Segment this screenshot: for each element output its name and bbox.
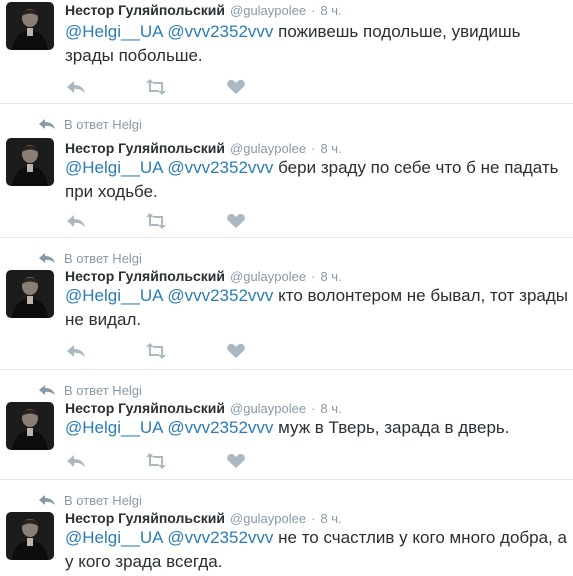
avatar-image [6,402,54,450]
timestamp[interactable]: 8 ч. [320,401,341,416]
avatar[interactable] [6,402,54,450]
avatar-image [6,512,54,560]
like-button[interactable] [225,78,247,96]
timestamp[interactable]: 8 ч. [320,511,341,526]
timestamp[interactable]: 8 ч. [320,3,341,18]
author-name[interactable]: Нестор Гуляйпольский [65,2,225,18]
avatar[interactable] [6,270,54,318]
timestamp[interactable]: 8 ч. [320,141,341,156]
separator-dot: · [311,3,316,18]
retweet-icon [146,79,166,95]
reply-context-label: В ответ Helgi [64,382,142,398]
author-handle[interactable]: @gulaypolee [230,3,306,18]
retweet-button[interactable] [145,452,167,470]
heart-icon [227,343,245,358]
avatar-image [6,2,54,50]
retweet-button[interactable] [145,342,167,360]
tweet[interactable]: В ответ Helgi Нестор Гуляйпольский @gula… [0,104,573,238]
mention-link[interactable]: @Helgi__UA [65,22,163,41]
separator-dot: · [311,269,316,284]
mention-link[interactable]: @Helgi__UA [65,158,163,177]
mention-link[interactable]: @vvv2352vvv [167,528,273,547]
reply-context-icon [39,495,55,505]
avatar[interactable] [6,2,54,50]
mention-link[interactable]: @Helgi__UA [65,418,163,437]
reply-context-label: В ответ Helgi [64,492,142,508]
author-name[interactable]: Нестор Гуляйпольский [65,140,225,156]
mention-link[interactable]: @Helgi__UA [65,528,163,547]
tweet[interactable]: В ответ Helgi Нестор Гуляйпольский @gula… [0,370,573,480]
heart-icon [227,213,245,228]
retweet-button[interactable] [145,78,167,96]
tweet[interactable]: В ответ Helgi Нестор Гуляйпольский @gula… [0,480,573,576]
reply-context-icon [39,385,55,395]
tweet[interactable]: Нестор Гуляйпольский @gulaypolee · 8 ч. … [0,0,573,104]
reply-context[interactable]: В ответ Helgi [38,382,142,398]
reply-button[interactable] [65,342,87,360]
reply-context-label: В ответ Helgi [64,116,142,132]
reply-icon [67,455,85,467]
retweet-icon [146,213,166,229]
mention-link[interactable]: @Helgi__UA [65,286,163,305]
timestamp[interactable]: 8 ч. [320,269,341,284]
avatar[interactable] [6,512,54,560]
separator-dot: · [311,401,316,416]
retweet-button[interactable] [145,212,167,230]
reply-button[interactable] [65,212,87,230]
reply-context-icon [39,253,55,263]
tweet-text: @Helgi__UA @vvv2352vvv муж в Тверь, зара… [65,416,570,440]
reply-icon [67,81,85,93]
avatar-image [6,138,54,186]
tweet-feed: Нестор Гуляйпольский @gulaypolee · 8 ч. … [0,0,573,576]
reply-button[interactable] [65,452,87,470]
separator-dot: · [311,141,316,156]
mention-link[interactable]: @vvv2352vvv [167,22,273,41]
separator-dot: · [311,511,316,526]
avatar-image [6,270,54,318]
heart-icon [227,453,245,468]
reply-context-icon [39,119,55,129]
tweet-text: @Helgi__UA @vvv2352vvv бери зраду по себ… [65,156,570,204]
reply-context-label: В ответ Helgi [64,250,142,266]
tweet-body: муж в Тверь, зарада в дверь. [278,418,510,437]
author-handle[interactable]: @gulaypolee [230,269,306,284]
reply-context[interactable]: В ответ Helgi [38,492,142,508]
reply-context[interactable]: В ответ Helgi [38,250,142,266]
tweet-text: @Helgi__UA @vvv2352vvv поживешь подольше… [65,20,570,68]
like-button[interactable] [225,342,247,360]
author-handle[interactable]: @gulaypolee [230,511,306,526]
retweet-icon [146,343,166,359]
tweet-header: Нестор Гуляйпольский @gulaypolee · 8 ч. [65,2,342,20]
heart-icon [227,79,245,94]
avatar[interactable] [6,138,54,186]
author-handle[interactable]: @gulaypolee [230,141,306,156]
author-handle[interactable]: @gulaypolee [230,401,306,416]
reply-icon [67,215,85,227]
mention-link[interactable]: @vvv2352vvv [167,286,273,305]
reply-icon [67,345,85,357]
mention-link[interactable]: @vvv2352vvv [167,418,273,437]
tweet[interactable]: В ответ Helgi Нестор Гуляйпольский @gula… [0,238,573,370]
tweet-text: @Helgi__UA @vvv2352vvv кто волонтером не… [65,284,570,332]
retweet-icon [146,453,166,469]
author-name[interactable]: Нестор Гуляйпольский [65,400,225,416]
author-name[interactable]: Нестор Гуляйпольский [65,268,225,284]
mention-link[interactable]: @vvv2352vvv [167,158,273,177]
author-name[interactable]: Нестор Гуляйпольский [65,510,225,526]
tweet-text: @Helgi__UA @vvv2352vvv не то счастлив у … [65,526,570,574]
reply-button[interactable] [65,78,87,96]
like-button[interactable] [225,452,247,470]
like-button[interactable] [225,212,247,230]
reply-context[interactable]: В ответ Helgi [38,116,142,132]
